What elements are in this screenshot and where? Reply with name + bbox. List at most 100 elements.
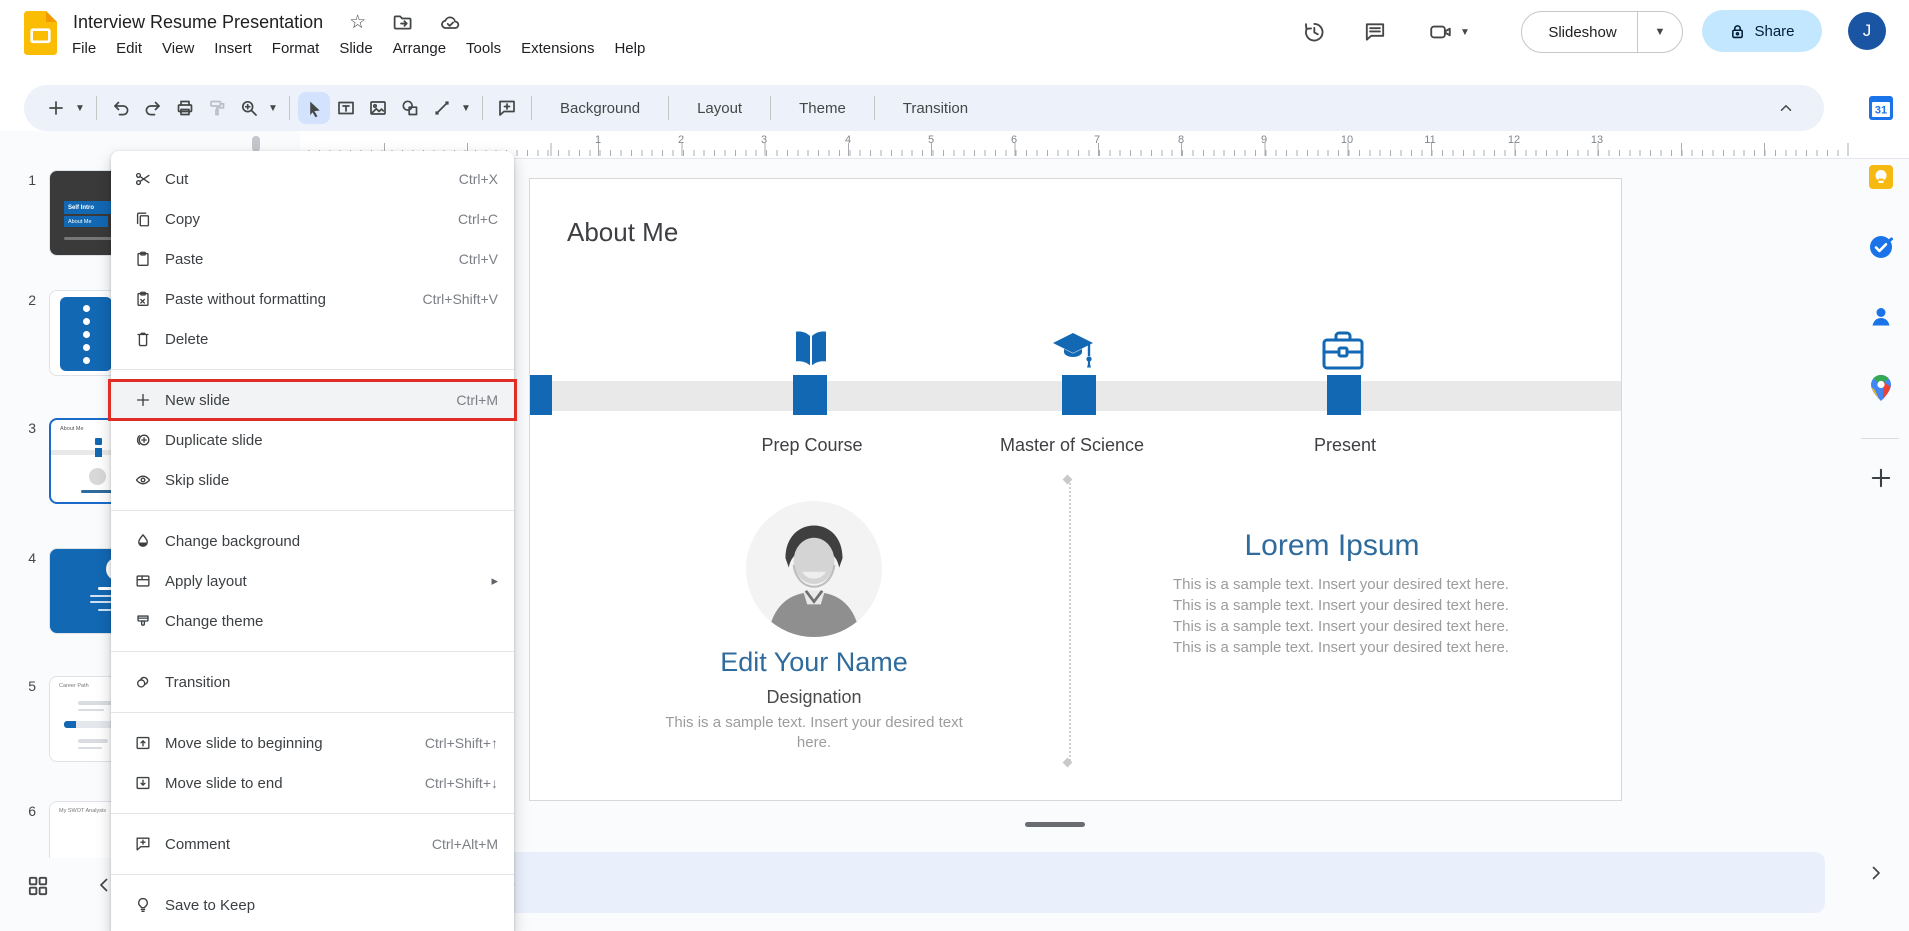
line-caret[interactable]: ▼ <box>458 103 474 114</box>
ruler-mark: 2 <box>678 134 684 146</box>
get-addons-plus-icon[interactable] <box>1869 466 1893 490</box>
sample-text-line[interactable]: This is a sample text. Insert your desir… <box>1141 576 1541 593</box>
menu-item-delete[interactable]: Delete <box>111 319 514 359</box>
delete-icon <box>133 330 153 348</box>
toolbar-separator <box>96 96 97 120</box>
menu-arrange[interactable]: Arrange <box>383 37 456 60</box>
menu-item-skip-slide[interactable]: Skip slide <box>111 460 514 500</box>
menu-item-change-background[interactable]: Change background <box>111 521 514 561</box>
menu-item-cut[interactable]: CutCtrl+X <box>111 159 514 199</box>
new-slide-button[interactable] <box>40 92 72 124</box>
graduation-cap-icon[interactable] <box>1049 331 1103 375</box>
move-to-folder-icon[interactable] <box>392 12 413 33</box>
calendar-icon[interactable]: 31 <box>1868 95 1894 121</box>
new-slide-caret[interactable]: ▼ <box>72 103 88 114</box>
slideshow-dropdown-caret[interactable]: ▼ <box>1637 12 1682 52</box>
text-box-tool-button[interactable] <box>330 92 362 124</box>
redo-button[interactable] <box>137 92 169 124</box>
menu-file[interactable]: File <box>62 37 106 60</box>
document-title[interactable]: Interview Resume Presentation <box>73 12 323 33</box>
profile-name[interactable]: Edit Your Name <box>664 647 964 678</box>
menu-item-change-theme[interactable]: Change theme <box>111 601 514 641</box>
sample-text-line[interactable]: This is a sample text. Insert your desir… <box>1141 639 1541 656</box>
star-icon[interactable]: ☆ <box>349 11 366 34</box>
menu-item-transition[interactable]: Transition <box>111 662 514 702</box>
slide-canvas[interactable]: About Me Prep Course Master of Science P… <box>529 178 1622 801</box>
menu-item-duplicate-slide[interactable]: Duplicate slide <box>111 420 514 460</box>
zoom-caret[interactable]: ▼ <box>265 103 281 114</box>
menu-item-save-to-keep[interactable]: Save to Keep <box>111 885 514 925</box>
menu-edit[interactable]: Edit <box>106 37 152 60</box>
menu-tools[interactable]: Tools <box>456 37 511 60</box>
insert-comment-button[interactable] <box>491 92 523 124</box>
menu-slide[interactable]: Slide <box>329 37 382 60</box>
timeline-node[interactable] <box>1062 375 1096 415</box>
hide-menus-chevron[interactable] <box>1770 92 1802 124</box>
timeline-node[interactable] <box>793 375 827 415</box>
profile-designation[interactable]: Designation <box>664 687 964 708</box>
insert-shape-button[interactable] <box>394 92 426 124</box>
tasks-icon[interactable] <box>1868 234 1894 260</box>
grid-view-button[interactable] <box>26 874 50 898</box>
maps-icon[interactable] <box>1870 374 1892 402</box>
insert-line-button[interactable] <box>426 92 458 124</box>
thumb3-photo <box>89 468 106 485</box>
slides-logo-icon[interactable] <box>24 11 57 55</box>
transition-button[interactable]: Transition <box>883 91 988 125</box>
background-button[interactable]: Background <box>540 91 660 125</box>
menu-item-move-slide-to-beginning[interactable]: Move slide to beginningCtrl+Shift+↑ <box>111 723 514 763</box>
timeline-node[interactable] <box>1327 375 1361 415</box>
keep-icon[interactable] <box>1868 164 1894 190</box>
menu-item-move-slide-to-end[interactable]: Move slide to endCtrl+Shift+↓ <box>111 763 514 803</box>
menu-insert[interactable]: Insert <box>204 37 262 60</box>
share-button[interactable]: Share <box>1702 10 1822 52</box>
sample-text-line[interactable]: This is a sample text. Insert your desir… <box>1141 618 1541 635</box>
menu-separator <box>111 369 514 370</box>
theme-button[interactable]: Theme <box>779 91 866 125</box>
toolbar: ▼ ▼ ▼ Background Layout Theme Transition <box>24 85 1824 131</box>
speaker-notes-input[interactable]: Click to add speaker notes <box>330 852 1825 913</box>
select-tool-button[interactable] <box>298 92 330 124</box>
cut-icon <box>133 170 153 188</box>
ruler-mark: 11 <box>1424 134 1435 146</box>
share-label: Share <box>1754 23 1794 40</box>
ruler-mark: 7 <box>1094 134 1100 146</box>
zoom-button[interactable] <box>233 92 265 124</box>
menu-help[interactable]: Help <box>604 37 655 60</box>
briefcase-icon[interactable] <box>1320 329 1366 373</box>
menu-item-apply-layout[interactable]: Apply layout▸ <box>111 561 514 601</box>
menu-extensions[interactable]: Extensions <box>511 37 604 60</box>
slideshow-button[interactable]: Slideshow ▼ <box>1521 11 1683 53</box>
menu-item-paste[interactable]: PasteCtrl+V <box>111 239 514 279</box>
milestone-label-present[interactable]: Present <box>1314 435 1376 456</box>
undo-button[interactable] <box>105 92 137 124</box>
insert-image-button[interactable] <box>362 92 394 124</box>
sample-text-line[interactable]: This is a sample text. Insert your desir… <box>1141 597 1541 614</box>
print-button[interactable] <box>169 92 201 124</box>
camera-dropdown-caret[interactable]: ▼ <box>1460 27 1470 38</box>
profile-photo[interactable] <box>746 501 882 637</box>
profile-bio[interactable]: This is a sample text. Insert your desir… <box>649 713 979 753</box>
filmstrip-scrollbar-thumb[interactable] <box>252 136 260 152</box>
milestone-label-master-of-science[interactable]: Master of Science <box>1000 435 1144 456</box>
cloud-status-icon[interactable] <box>439 12 461 33</box>
meet-camera-button[interactable]: ▼ <box>1428 20 1470 44</box>
slide-title[interactable]: About Me <box>567 217 678 248</box>
open-book-icon[interactable] <box>787 327 835 371</box>
version-history-icon[interactable] <box>1302 20 1326 44</box>
paint-format-button[interactable] <box>201 92 233 124</box>
account-avatar[interactable]: J <box>1848 12 1886 50</box>
timeline-node[interactable] <box>529 375 552 415</box>
contacts-icon[interactable] <box>1868 304 1894 330</box>
layout-button[interactable]: Layout <box>677 91 762 125</box>
menu-item-paste-without-formatting[interactable]: Paste without formattingCtrl+Shift+V <box>111 279 514 319</box>
comment-history-icon[interactable] <box>1363 20 1387 44</box>
menu-item-comment[interactable]: CommentCtrl+Alt+M <box>111 824 514 864</box>
milestone-label-prep-course[interactable]: Prep Course <box>761 435 862 456</box>
avatar-initial: J <box>1863 21 1872 41</box>
lorem-ipsum-heading[interactable]: Lorem Ipsum <box>1132 529 1532 563</box>
menu-view[interactable]: View <box>152 37 204 60</box>
notes-resize-handle[interactable] <box>1025 822 1085 827</box>
menu-format[interactable]: Format <box>262 37 330 60</box>
menu-item-copy[interactable]: CopyCtrl+C <box>111 199 514 239</box>
